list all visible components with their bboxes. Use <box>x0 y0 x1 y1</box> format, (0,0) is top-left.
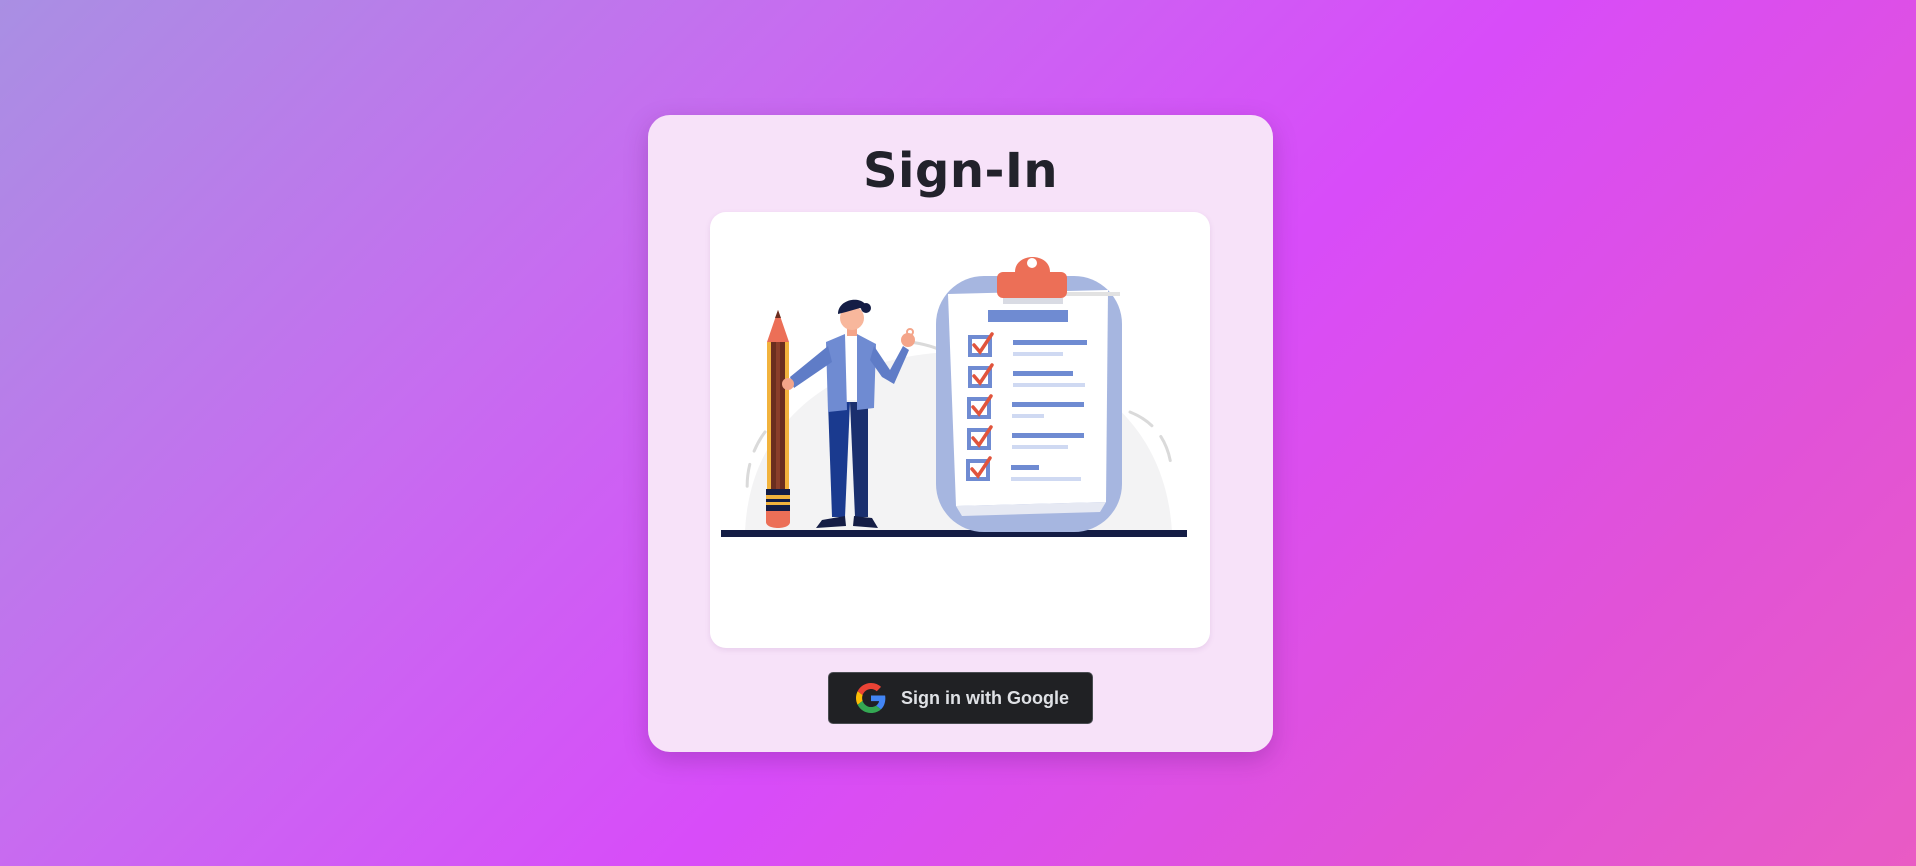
page-title: Sign-In <box>862 143 1058 199</box>
google-g-icon <box>856 683 886 713</box>
checklist-illustration <box>721 257 1187 537</box>
sign-in-card: Sign-In Sign in with Google <box>648 115 1273 752</box>
google-sign-in-label: Sign in with Google <box>901 687 1069 708</box>
google-sign-in-button[interactable]: Sign in with Google <box>828 672 1093 724</box>
illustration-frame <box>710 212 1210 648</box>
